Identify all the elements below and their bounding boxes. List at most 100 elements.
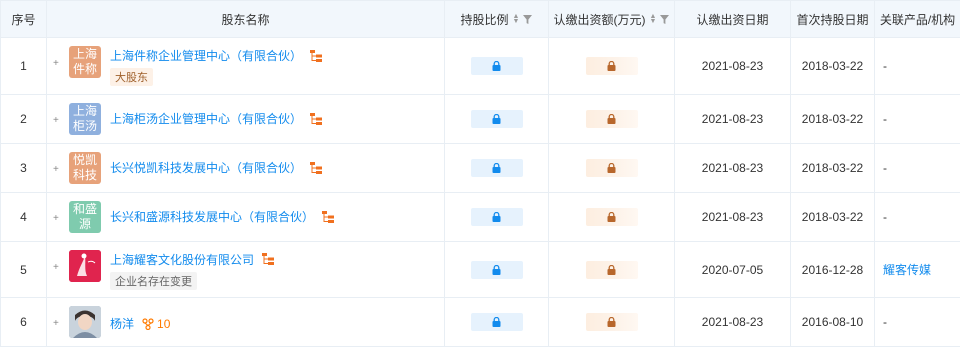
shareholder-name-link[interactable]: 长兴和盛源科技发展中心（有限合伙） — [110, 208, 314, 225]
row-index: 5 — [0, 241, 47, 298]
first-holding-date: 2016-08-10 — [790, 297, 875, 347]
ratio-cell — [444, 37, 549, 95]
lock-icon[interactable] — [585, 260, 638, 279]
first-holding-date: 2018-03-22 — [790, 94, 875, 144]
related-empty: - — [883, 210, 887, 224]
lock-icon[interactable] — [470, 313, 523, 331]
subscription-date: 2021-08-23 — [674, 192, 791, 242]
subscription-date: 2021-08-23 — [674, 143, 791, 193]
lock-icon[interactable] — [470, 260, 523, 279]
ratio-cell — [444, 192, 549, 242]
lock-icon[interactable] — [585, 57, 638, 75]
table-row: 1 + 上海件称 上海件称企业管理中心（有限合伙） 大股东 2021-08-23… — [0, 37, 960, 95]
equity-tree-icon[interactable] — [262, 253, 275, 265]
lock-icon[interactable] — [585, 110, 638, 128]
related-product-link[interactable]: 耀客传媒 — [883, 263, 931, 277]
table-row: 2 + 上海柜汤 上海柜汤企业管理中心（有限合伙） 2021-08-23 201… — [0, 94, 960, 144]
related-cell: - — [874, 37, 960, 95]
ratio-cell — [444, 241, 549, 298]
row-index: 2 — [0, 94, 47, 144]
related-count-value: 10 — [157, 316, 171, 331]
sort-icon[interactable]: ▲ ▼ — [513, 13, 520, 25]
person-avatar[interactable] — [69, 306, 101, 338]
company-logo[interactable]: 上海柜汤 — [69, 103, 101, 135]
header-first: 首次持股日期 — [790, 0, 875, 38]
header-related: 关联产品/机构 — [874, 0, 960, 38]
subscription-date: 2021-08-23 — [674, 94, 791, 144]
capital-cell — [548, 143, 675, 193]
expand-icon[interactable]: + — [53, 262, 63, 273]
ratio-cell — [444, 143, 549, 193]
related-cell: - — [874, 94, 960, 144]
header-capital-label: 认缴出资额(万元) — [553, 12, 646, 27]
lock-icon[interactable] — [470, 208, 523, 226]
equity-tree-icon[interactable] — [322, 210, 335, 223]
filter-icon[interactable] — [523, 14, 533, 24]
equity-tree-icon[interactable] — [310, 112, 323, 125]
first-holding-date: 2016-12-28 — [790, 241, 875, 298]
lock-icon[interactable] — [585, 159, 638, 177]
related-cell: - — [874, 192, 960, 242]
expand-icon[interactable]: + — [53, 318, 63, 329]
lock-icon[interactable] — [585, 313, 638, 331]
related-empty: - — [883, 315, 887, 329]
company-logo[interactable]: 悦凯科技 — [69, 152, 101, 184]
capital-cell — [548, 37, 675, 95]
related-cell[interactable]: 耀客传媒 — [874, 241, 960, 298]
table-row: 6 + 杨洋 10 2021-08-23 2016-08-10 - — [0, 297, 960, 347]
shareholder-name-link[interactable]: 长兴悦凯科技发展中心（有限合伙） — [110, 159, 302, 176]
table-header-row: 序号 股东名称 持股比例 ▲ ▼ 认缴出资额(万元) ▲ ▼ 认缴出资日期 首次持股… — [0, 0, 960, 38]
shareholder-cell: + 上海柜汤 上海柜汤企业管理中心（有限合伙） — [46, 94, 445, 144]
filter-icon[interactable] — [660, 14, 670, 24]
related-cell: - — [874, 297, 960, 347]
shareholder-cell: + 上海耀客文化股份有限公司 企业名存在变更 — [46, 241, 445, 298]
subscription-date: 2021-08-23 — [674, 37, 791, 95]
header-ratio-label: 持股比例 — [460, 12, 509, 27]
table-row: 3 + 悦凯科技 长兴悦凯科技发展中心（有限合伙） 2021-08-23 201… — [0, 143, 960, 193]
shareholder-name-link[interactable]: 上海耀客文化股份有限公司 — [110, 251, 254, 268]
lock-icon[interactable] — [470, 159, 523, 177]
related-companies-count[interactable]: 10 — [142, 317, 170, 331]
shareholder-name-link[interactable]: 上海件称企业管理中心（有限合伙） — [110, 47, 302, 64]
company-logo[interactable]: 和盛源 — [69, 201, 101, 233]
shareholder-name-link[interactable]: 杨洋 — [110, 315, 134, 332]
capital-cell — [548, 192, 675, 242]
header-name: 股东名称 — [46, 0, 445, 38]
table-row: 4 + 和盛源 长兴和盛源科技发展中心（有限合伙） 2021-08-23 201… — [0, 192, 960, 242]
sort-icon[interactable]: ▲ ▼ — [650, 13, 657, 25]
related-empty: - — [883, 112, 887, 126]
related-empty: - — [883, 161, 887, 175]
lock-icon[interactable] — [585, 208, 638, 226]
ratio-cell — [444, 297, 549, 347]
shareholder-cell: + 和盛源 长兴和盛源科技发展中心（有限合伙） — [46, 192, 445, 242]
header-capital[interactable]: 认缴出资额(万元) ▲ ▼ — [548, 0, 675, 38]
row-index: 1 — [0, 37, 47, 95]
capital-cell — [548, 94, 675, 144]
company-logo[interactable]: 上海件称 — [69, 46, 101, 78]
row-index: 6 — [0, 297, 47, 347]
related-empty: - — [883, 59, 887, 73]
related-cell: - — [874, 143, 960, 193]
expand-icon[interactable]: + — [53, 115, 63, 126]
first-holding-date: 2018-03-22 — [790, 192, 875, 242]
shareholder-cell: + 上海件称 上海件称企业管理中心（有限合伙） 大股东 — [46, 37, 445, 95]
shareholder-table: 序号 股东名称 持股比例 ▲ ▼ 认缴出资额(万元) ▲ ▼ 认缴出资日期 首次持股… — [0, 0, 960, 347]
shareholder-name-link[interactable]: 上海柜汤企业管理中心（有限合伙） — [110, 110, 302, 127]
shareholder-cell: + 悦凯科技 长兴悦凯科技发展中心（有限合伙） — [46, 143, 445, 193]
expand-icon[interactable]: + — [53, 164, 63, 175]
equity-tree-icon[interactable] — [310, 49, 323, 62]
lock-icon[interactable] — [470, 57, 523, 75]
row-index: 3 — [0, 143, 47, 193]
first-holding-date: 2018-03-22 — [790, 37, 875, 95]
header-date: 认缴出资日期 — [674, 0, 791, 38]
company-logo[interactable] — [69, 249, 101, 282]
expand-icon[interactable]: + — [53, 213, 63, 224]
ratio-cell — [444, 94, 549, 144]
capital-cell — [548, 297, 675, 347]
capital-cell — [548, 241, 675, 298]
equity-tree-icon[interactable] — [310, 161, 323, 174]
shareholder-cell: + 杨洋 10 — [46, 297, 445, 347]
lock-icon[interactable] — [470, 110, 523, 128]
header-ratio[interactable]: 持股比例 ▲ ▼ — [444, 0, 549, 38]
expand-icon[interactable]: + — [53, 58, 63, 69]
